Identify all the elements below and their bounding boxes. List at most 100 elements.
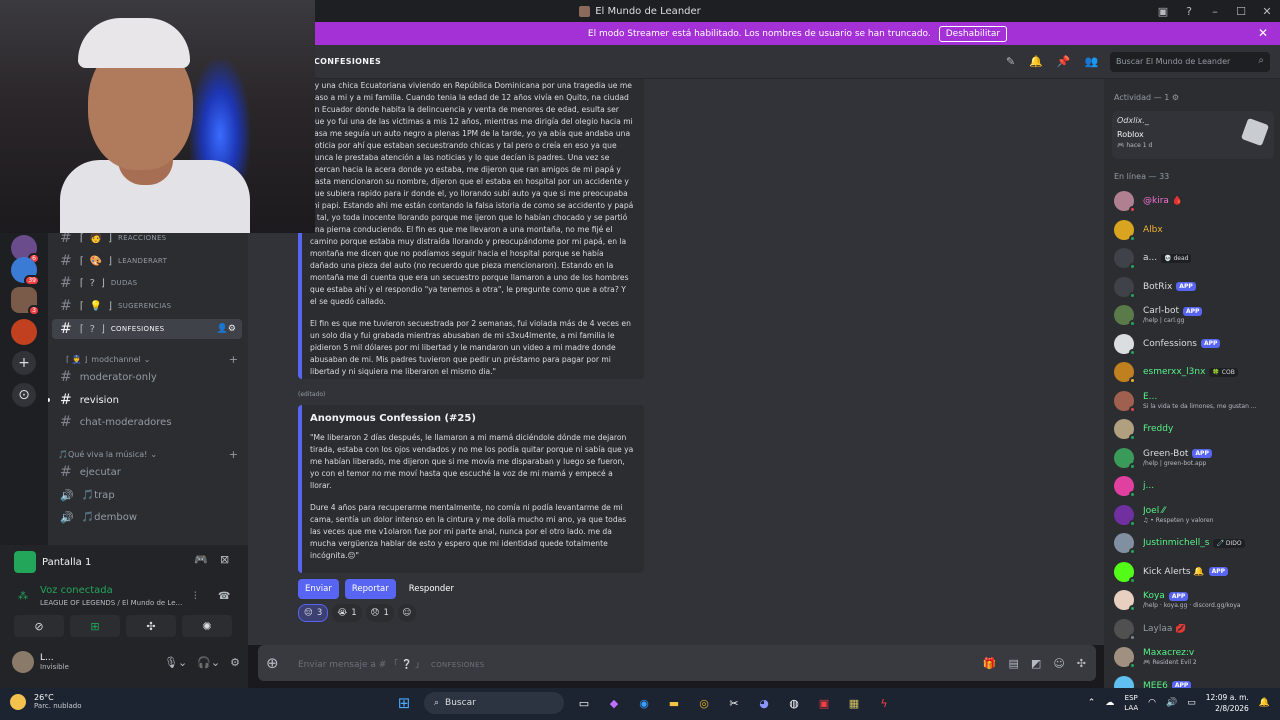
- avatar[interactable]: [1114, 419, 1136, 441]
- cloud-icon[interactable]: ☁: [1105, 698, 1114, 708]
- members-icon[interactable]: 👥: [1085, 55, 1099, 68]
- copilot-icon[interactable]: ◆: [604, 693, 624, 713]
- channel-settings-icons[interactable]: 👤⚙: [217, 324, 236, 334]
- pin-icon[interactable]: 📌: [1057, 55, 1071, 68]
- chevron-up-icon[interactable]: ⌃: [1088, 698, 1096, 708]
- member-row[interactable]: BotRix APP: [1114, 276, 1276, 299]
- chrome-icon[interactable]: ◎: [694, 693, 714, 713]
- server-icon[interactable]: [11, 319, 37, 345]
- weather-widget[interactable]: 26°C Parc. nublado: [10, 693, 82, 710]
- clock[interactable]: 12:09 a. m. 2/8/2026: [1206, 692, 1249, 714]
- edge-icon[interactable]: ◉: [634, 693, 654, 713]
- avatar[interactable]: [1114, 504, 1136, 527]
- avatar[interactable]: [12, 651, 34, 673]
- noise-icon[interactable]: ⫶: [194, 591, 197, 602]
- battery-icon[interactable]: ▭: [1187, 698, 1196, 708]
- avatar[interactable]: [1114, 333, 1136, 356]
- disable-streamer-button[interactable]: Deshabilitar: [938, 25, 1008, 42]
- avatar[interactable]: [1114, 305, 1136, 327]
- channel-chat-moderadores[interactable]: # chat-moderadores: [52, 412, 242, 432]
- member-row[interactable]: E... Si la vida te da limones, me gustan …: [1114, 390, 1276, 413]
- emoji-icon[interactable]: ☺: [1053, 657, 1064, 670]
- gift-icon[interactable]: 🎁: [983, 657, 997, 670]
- discover-icon[interactable]: ⊙: [12, 383, 36, 407]
- reaction-disappointed[interactable]: 😞 1: [365, 604, 394, 622]
- stop-stream-icon[interactable]: ⊠: [220, 553, 229, 566]
- avatar[interactable]: [1114, 219, 1136, 242]
- language-indicator[interactable]: ESP LAA: [1124, 693, 1138, 713]
- discord-icon[interactable]: ◕: [754, 693, 774, 713]
- close-button[interactable]: ✕: [1254, 5, 1280, 18]
- microphone-icon[interactable]: 🎙⌄: [164, 656, 187, 669]
- gear-icon[interactable]: ⚙: [1172, 93, 1179, 102]
- member-row[interactable]: Confessions APP: [1114, 333, 1276, 356]
- folder-icon[interactable]: ▬: [664, 693, 684, 713]
- activities-button[interactable]: ✣: [126, 615, 176, 637]
- member-row[interactable]: MEE6 APP: [1114, 675, 1276, 688]
- attach-icon[interactable]: ⊕: [266, 654, 286, 672]
- add-channel-icon[interactable]: +: [229, 353, 238, 366]
- avatar[interactable]: [1114, 590, 1136, 612]
- wifi-icon[interactable]: ◠: [1148, 698, 1156, 708]
- member-row[interactable]: Carl-bot APP/help | carl.gg: [1114, 304, 1276, 327]
- soundboard-button[interactable]: ✺: [182, 615, 232, 637]
- avatar[interactable]: [1114, 447, 1136, 470]
- member-row[interactable]: Justinmichell_s 🧷 DIDO: [1114, 532, 1276, 555]
- sticker-icon[interactable]: ◩: [1031, 657, 1041, 670]
- notification-icon[interactable]: 🔔: [1259, 698, 1270, 708]
- avatar[interactable]: [1114, 533, 1136, 555]
- member-row[interactable]: Maxacrez:v 🎮 Resident Evil 2: [1114, 646, 1276, 669]
- search-input[interactable]: Buscar El Mundo de Leander ⌕: [1110, 52, 1270, 72]
- threads-icon[interactable]: ✎: [1006, 55, 1015, 68]
- reply-button[interactable]: Responder: [402, 579, 461, 599]
- maximize-button[interactable]: ☐: [1228, 5, 1254, 18]
- channel-confesiones[interactable]: # ⌈ ? ⌋ CONFESIONES 👤⚙: [52, 319, 242, 339]
- member-row[interactable]: Albx: [1114, 219, 1276, 242]
- volume-icon[interactable]: 🔊: [1166, 698, 1177, 708]
- member-row[interactable]: Green-Bot APP/help | green-bot.app: [1114, 447, 1276, 470]
- channel-ejecutar[interactable]: # ejecutar: [52, 462, 242, 482]
- avatar[interactable]: [1114, 561, 1136, 584]
- help-icon[interactable]: ?: [1176, 5, 1202, 18]
- member-row[interactable]: Kick Alerts 🔔 APP: [1114, 561, 1276, 584]
- member-row[interactable]: Laylaa 💋: [1114, 618, 1276, 641]
- category-musica[interactable]: 🎵Qué viva la música! ⌄ +: [58, 448, 238, 461]
- task-view-icon[interactable]: ▭: [574, 693, 594, 713]
- report-button[interactable]: Reportar: [344, 579, 396, 599]
- obs-icon[interactable]: ◍: [784, 693, 804, 713]
- category-modchannel[interactable]: ⌈ 👮 ⌋ modchannel ⌄ +: [58, 353, 238, 366]
- member-row[interactable]: Koya APP/help · koya.gg · discord.gg/koya: [1114, 589, 1276, 612]
- apps-icon[interactable]: ✣: [1077, 657, 1086, 670]
- message-composer[interactable]: ⊕ Enviar mensaje a # 「 ❔ 」 CONFESIONES 🎁…: [258, 645, 1096, 681]
- avatar[interactable]: [1114, 675, 1134, 688]
- member-row[interactable]: Joel ⁄⁄ ♫ • Respeten y valoren: [1114, 504, 1276, 527]
- bell-icon[interactable]: 🔔: [1029, 55, 1043, 68]
- inbox-icon[interactable]: ▣: [1150, 5, 1176, 18]
- add-server-icon[interactable]: +: [12, 351, 36, 375]
- send-button[interactable]: Enviar: [298, 579, 339, 599]
- avatar[interactable]: [1114, 647, 1136, 669]
- headphones-icon[interactable]: 🎧⌄: [197, 656, 220, 669]
- member-row[interactable]: Freddy: [1114, 418, 1276, 441]
- avatar[interactable]: [1114, 390, 1136, 413]
- channel-moderator-only[interactable]: # moderator-only: [52, 367, 242, 387]
- reaction-crying[interactable]: 😭 1: [332, 604, 362, 622]
- valorant-icon[interactable]: ϟ: [874, 693, 894, 713]
- avatar[interactable]: [1114, 276, 1136, 299]
- channel-revision[interactable]: # revision: [46, 390, 242, 410]
- server-icon[interactable]: 3: [11, 287, 40, 316]
- reaction-pensive[interactable]: 😔 3: [298, 604, 329, 622]
- gamepad-icon[interactable]: 🎮: [194, 553, 208, 566]
- add-reaction-icon[interactable]: ☺: [397, 604, 416, 622]
- user-panel[interactable]: L... Invisible 🎙⌄ 🎧⌄ ⚙: [12, 651, 240, 673]
- server-icon[interactable]: 39: [11, 257, 40, 286]
- avatar[interactable]: [1114, 476, 1136, 498]
- capcut-icon[interactable]: ✂: [724, 693, 744, 713]
- disconnect-icon[interactable]: ☎: [218, 591, 230, 602]
- close-icon[interactable]: ✕: [1258, 26, 1268, 40]
- message-input[interactable]: Enviar mensaje a # 「 ❔ 」 CONFESIONES: [298, 657, 485, 670]
- avatar[interactable]: [1114, 362, 1136, 384]
- member-row[interactable]: j...: [1114, 475, 1276, 498]
- voice-channel-trap[interactable]: 🔊 🎵trap: [52, 485, 242, 505]
- avatar[interactable]: [1114, 248, 1136, 270]
